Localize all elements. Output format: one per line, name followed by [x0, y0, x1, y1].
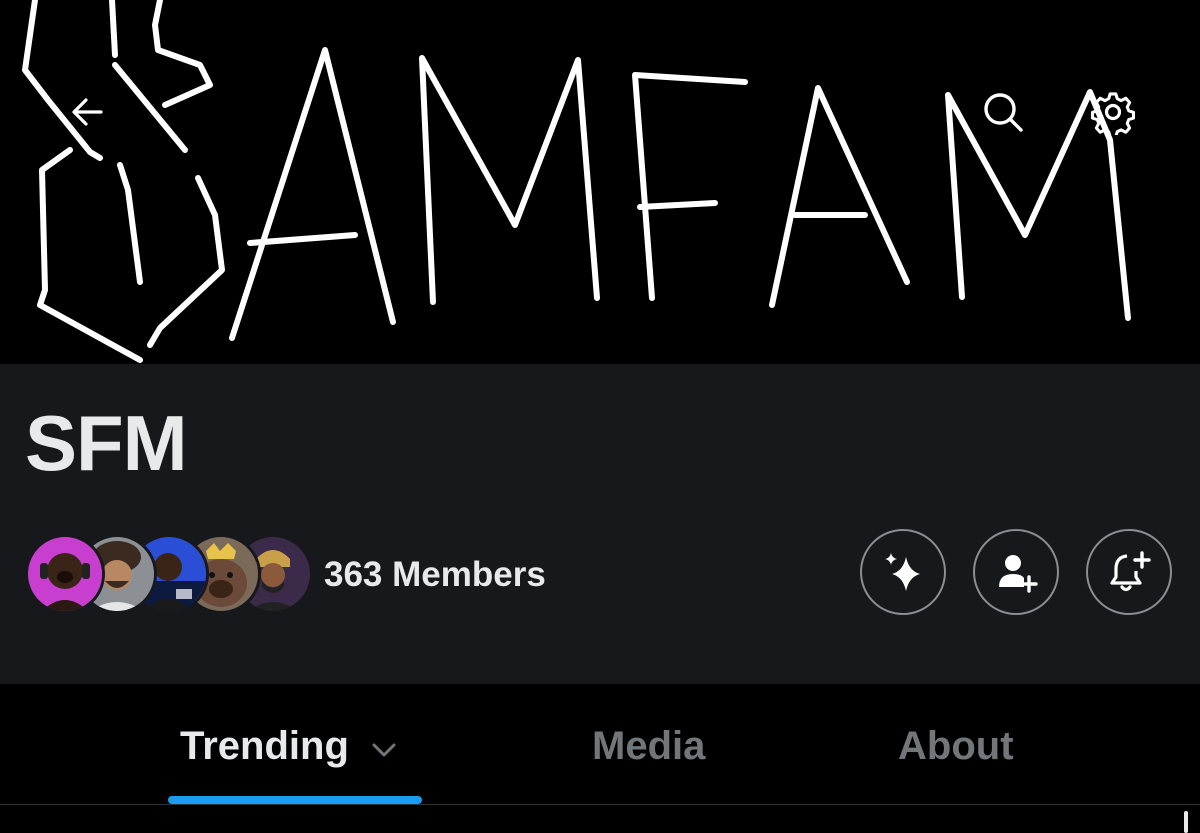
tab-about-label: About — [898, 724, 1014, 768]
search-button[interactable] — [973, 82, 1033, 142]
tab-trending-label: Trending — [180, 724, 349, 768]
selected-tab-indicator — [168, 796, 422, 804]
arrow-left-icon — [72, 98, 103, 126]
sparkle-icon — [885, 553, 920, 591]
tab-about[interactable]: About — [898, 724, 1014, 769]
search-icon — [984, 93, 1023, 132]
members-count[interactable]: 363 Members — [324, 555, 546, 595]
community-tabs: Trending Media About — [0, 684, 1200, 833]
tab-media[interactable]: Media — [592, 724, 705, 769]
banner-lettering — [22, 0, 1131, 363]
notifications-button[interactable] — [1086, 529, 1172, 615]
member-avatar-1 — [25, 534, 105, 614]
bell-plus-icon — [1110, 551, 1151, 592]
invite-member-button[interactable] — [973, 529, 1059, 615]
tab-media-label: Media — [592, 724, 706, 768]
chevron-down-icon[interactable] — [371, 742, 397, 758]
settings-button[interactable] — [1083, 82, 1143, 142]
add-member-icon — [999, 555, 1038, 593]
scrollbar[interactable] — [1184, 811, 1188, 833]
back-button[interactable] — [57, 82, 117, 142]
tab-trending[interactable]: Trending — [180, 724, 397, 769]
community-info: SFM 363 Members — [0, 364, 1200, 684]
member-avatars[interactable] — [25, 534, 313, 614]
grok-summary-button[interactable] — [860, 529, 946, 615]
community-banner — [0, 0, 1200, 364]
community-name: SFM — [25, 399, 188, 487]
tab-divider — [0, 804, 1200, 805]
gear-icon — [1090, 92, 1136, 135]
